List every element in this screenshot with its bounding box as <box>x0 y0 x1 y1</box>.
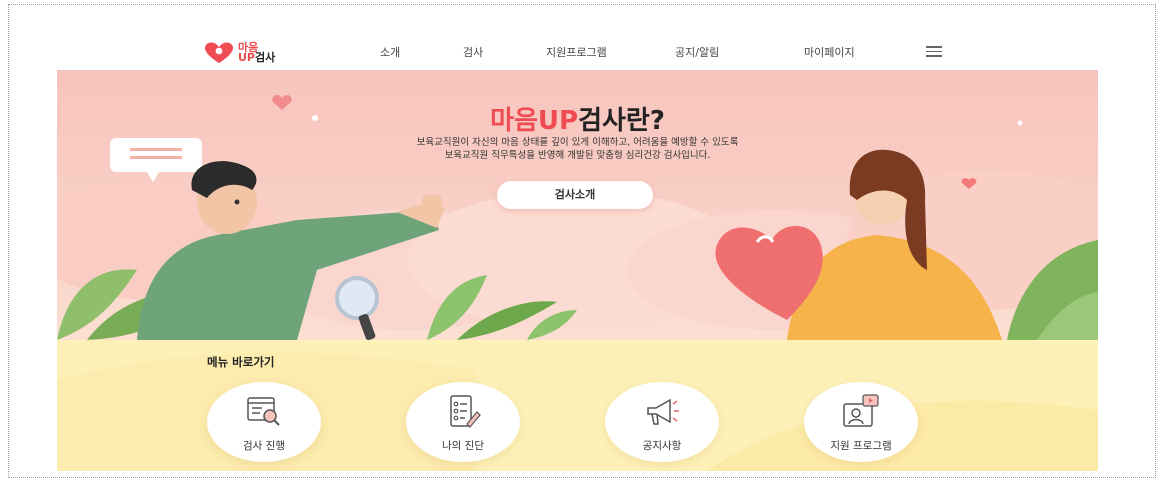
hamburger-icon[interactable] <box>926 46 942 57</box>
nav-item-test[interactable]: 검사 <box>463 44 483 60</box>
heart-logo-icon <box>205 42 233 63</box>
test-document-search-icon <box>247 397 280 426</box>
quick-item-test-progress[interactable]: 검사 진행 <box>207 382 321 462</box>
quick-menu-section: 메뉴 바로가기 검사 진행 나의 진단 공지사항 지원 프로그램 <box>57 340 1098 471</box>
site-logo[interactable]: 마음 UP검사 <box>204 40 275 66</box>
logo-geomsa: 검사 <box>255 51 276 64</box>
hero-desc-line1: 보육교직원이 자신의 마음 상태를 깊이 있게 이해하고, 어려움을 예방할 수… <box>416 137 739 148</box>
video-profile-icon <box>843 394 879 427</box>
hero-description: 보육교직원이 자신의 마음 상태를 깊이 있게 이해하고, 어려움을 예방할 수… <box>57 136 1098 162</box>
nav-item-intro[interactable]: 소개 <box>380 44 400 60</box>
quick-item-label: 공지사항 <box>642 440 682 452</box>
nav-item-mypage[interactable]: 마이페이지 <box>804 44 855 60</box>
nav-item-notice[interactable]: 공지/알림 <box>675 44 719 60</box>
megaphone-icon <box>647 398 679 425</box>
hero-title: 마음UP검사란? <box>57 100 1098 137</box>
hero-desc-line2: 보육교직원 직무특성을 반영해 개발된 맞춤형 심리건강 검사입니다. <box>444 150 711 161</box>
quick-item-notice[interactable]: 공지사항 <box>605 382 719 462</box>
hero-banner: 마음UP검사란? 보육교직원이 자신의 마음 상태를 깊이 있게 이해하고, 어… <box>57 70 1098 340</box>
quick-item-label: 검사 진행 <box>243 440 285 452</box>
quick-item-support-program[interactable]: 지원 프로그램 <box>804 382 918 462</box>
site-header: 마음 UP검사 소개 검사 지원프로그램 공지/알림 마이페이지 <box>0 0 1160 66</box>
checklist-pencil-icon <box>450 395 481 428</box>
test-intro-button[interactable]: 검사소개 <box>497 181 653 209</box>
hero-title-rest: 검사란? <box>578 106 665 136</box>
hero-title-accent: 마음UP <box>490 106 579 136</box>
quick-item-label: 나의 진단 <box>442 440 484 452</box>
quick-item-my-diagnosis[interactable]: 나의 진단 <box>406 382 520 462</box>
nav-item-support[interactable]: 지원프로그램 <box>546 44 607 60</box>
quick-item-label: 지원 프로그램 <box>830 440 892 452</box>
logo-up: UP <box>238 51 255 64</box>
quick-menu-title: 메뉴 바로가기 <box>207 355 275 369</box>
